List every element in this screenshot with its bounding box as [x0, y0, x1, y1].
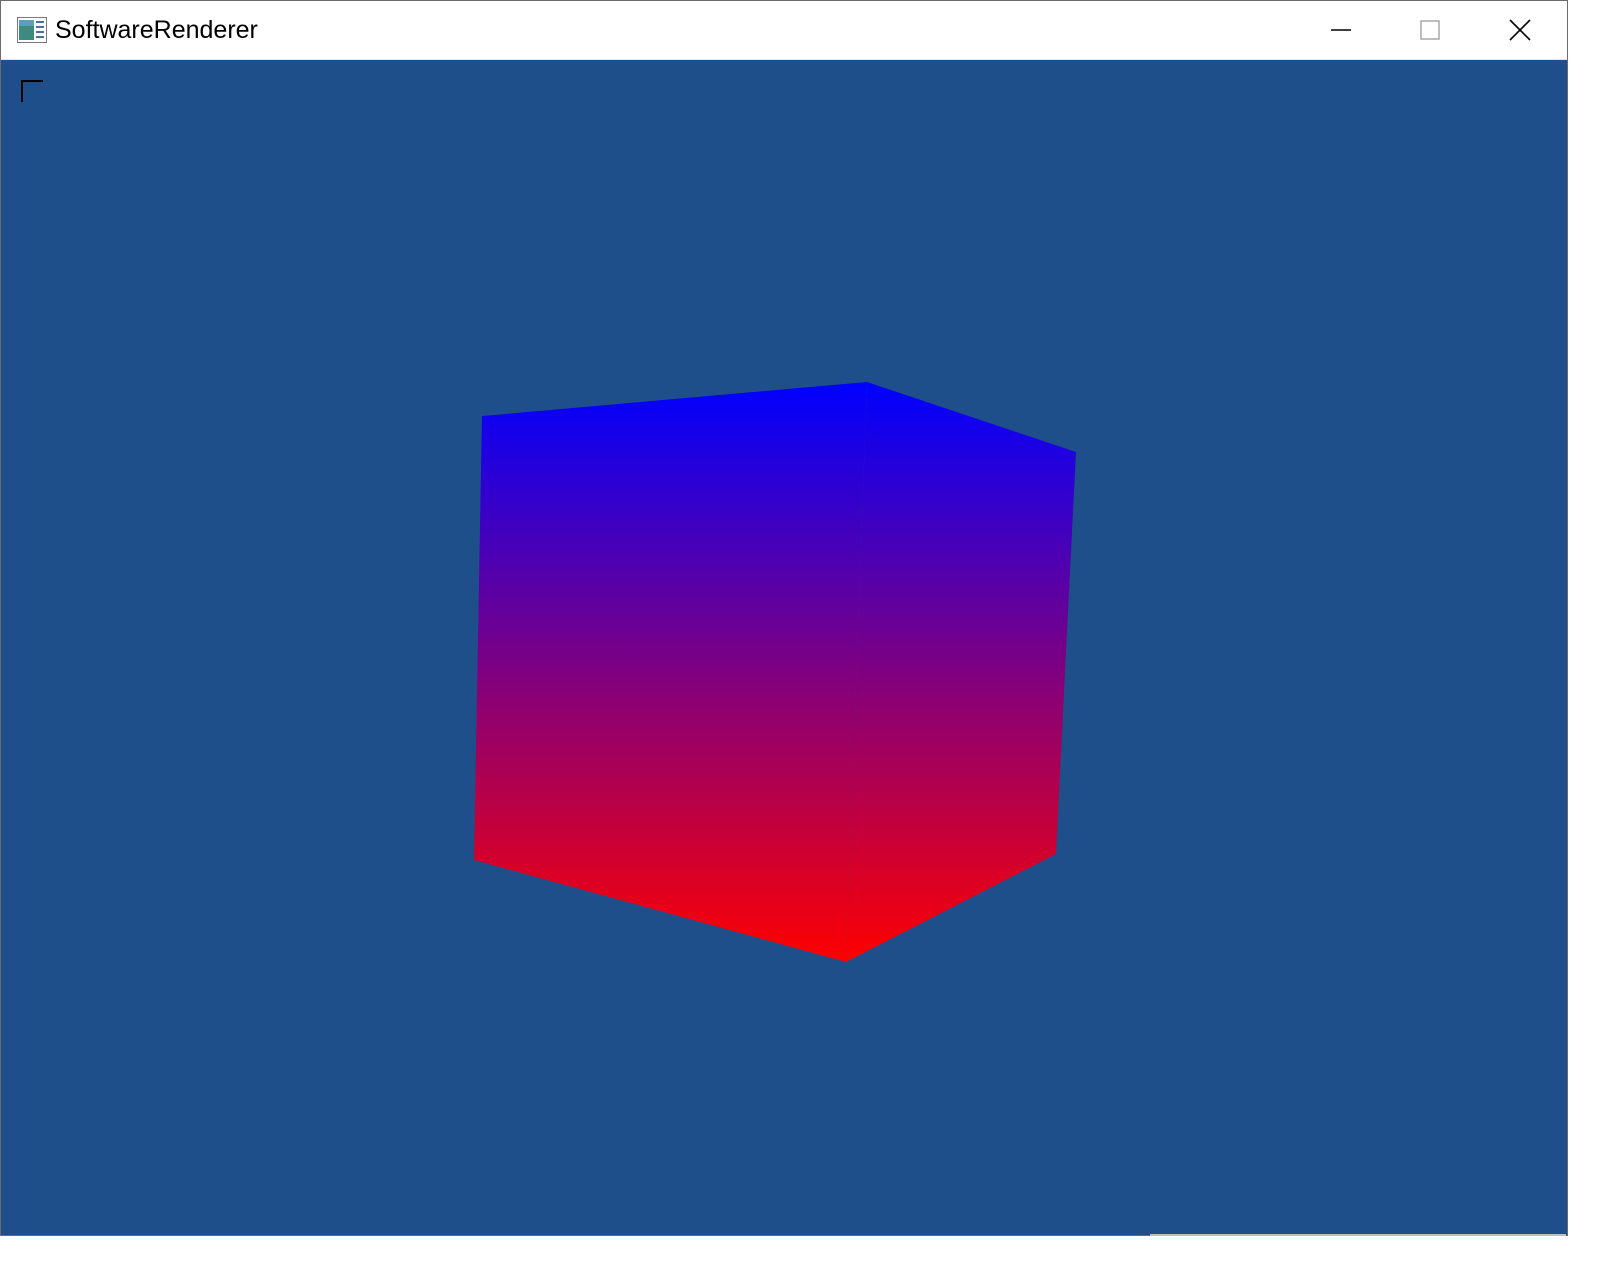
maximize-button[interactable] — [1386, 1, 1474, 59]
render-viewport[interactable] — [1, 60, 1567, 1235]
cube-front-face — [474, 382, 867, 962]
minimize-button[interactable] — [1297, 1, 1385, 59]
close-button[interactable] — [1476, 1, 1564, 59]
minimize-icon — [1331, 29, 1351, 31]
close-icon — [1509, 19, 1531, 41]
app-window: SoftwareRenderer — [0, 0, 1568, 1236]
cube-side-face — [846, 382, 1076, 962]
maximize-icon — [1420, 20, 1440, 40]
bottom-edge-strip — [1150, 1234, 1566, 1236]
title-bar[interactable]: SoftwareRenderer — [1, 1, 1567, 60]
app-window-icon — [17, 17, 47, 43]
window-title: SoftwareRenderer — [55, 16, 258, 44]
rendered-cube — [474, 382, 1076, 962]
